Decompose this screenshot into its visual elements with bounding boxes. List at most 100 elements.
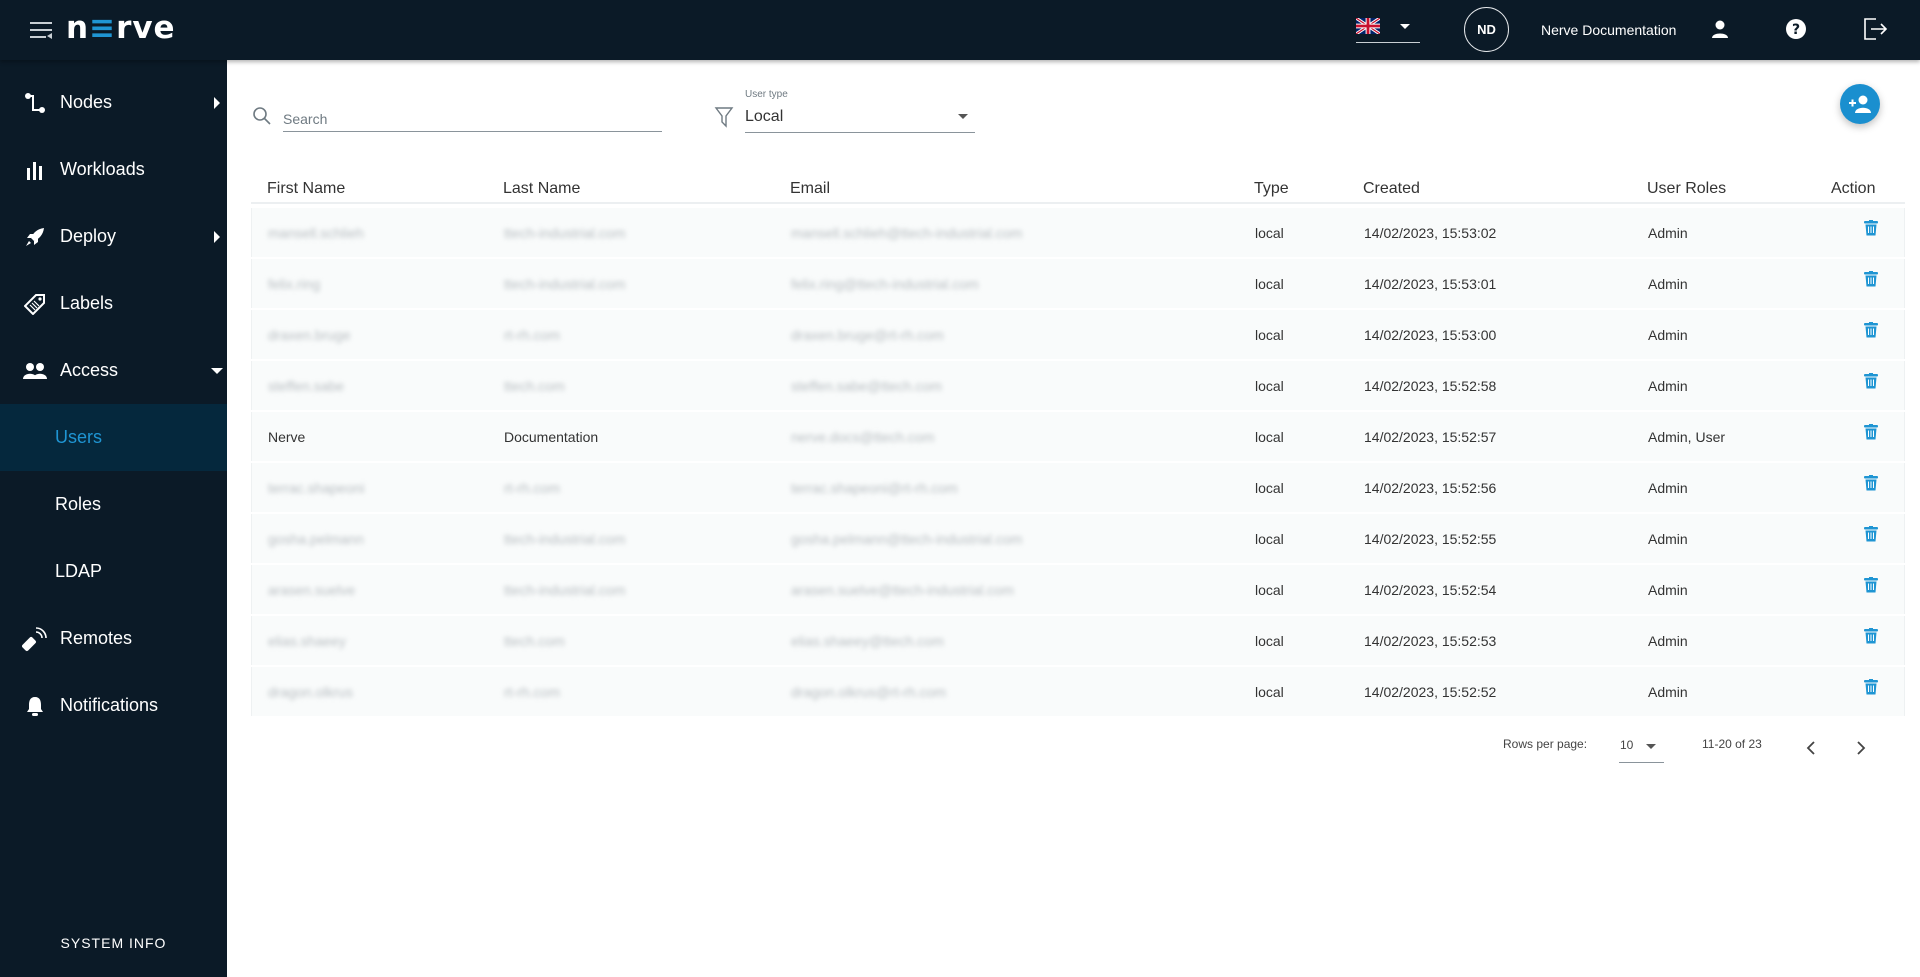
sidebar-item-nodes[interactable]: Nodes [0, 69, 227, 136]
avatar[interactable]: ND [1464, 7, 1509, 52]
sidebar-item-users[interactable]: Users [0, 404, 227, 471]
cell-type: local [1255, 684, 1284, 700]
column-header-email[interactable]: Email [790, 180, 830, 198]
cell-email: felix.ring@ttech-industrial.com [791, 276, 979, 292]
column-header-type[interactable]: Type [1254, 180, 1289, 198]
trash-icon [1864, 322, 1878, 338]
table-row[interactable]: dragon.olkrus rt-rh.com dragon.olkrus@rt-r… [251, 667, 1905, 716]
trash-icon [1864, 679, 1878, 695]
column-header-user-roles[interactable]: User Roles [1647, 180, 1726, 198]
label-icon [22, 291, 48, 317]
table-row[interactable]: arasen.suelve ttech-industrial.com arasen.… [251, 565, 1905, 614]
nerve-logo[interactable]: n≡rve [66, 10, 176, 46]
cell-type: local [1255, 480, 1284, 496]
table-row[interactable]: steffen.sabe ttech.com steffen.sabe@ttech.… [251, 361, 1905, 410]
cell-email: dragon.olkrus@rt-rh.com [791, 684, 947, 700]
cell-type: local [1255, 633, 1284, 649]
cell-type: local [1255, 378, 1284, 394]
logo-e: ≡ [89, 10, 117, 46]
chevron-right-icon [214, 230, 220, 243]
sidebar-item-remotes[interactable]: Remotes [0, 605, 227, 672]
users-icon [22, 358, 48, 384]
delete-user-button[interactable] [1864, 271, 1878, 292]
cell-created: 14/02/2023, 15:52:54 [1364, 582, 1497, 598]
delete-user-button[interactable] [1864, 577, 1878, 598]
menu-toggle-icon[interactable] [30, 20, 52, 40]
help-icon[interactable]: ? [1783, 16, 1809, 42]
add-user-button[interactable] [1840, 84, 1880, 124]
sidebar-item-labels[interactable]: Labels [0, 270, 227, 337]
delete-user-button[interactable] [1864, 526, 1878, 547]
sidebar-item-label: LDAP [55, 561, 103, 581]
table-row[interactable]: draxen.bruge rt-rh.com draxen.bruge@rt-rh.… [251, 310, 1905, 359]
user-type-label: User type [745, 89, 788, 100]
cell-user-roles: Admin [1648, 684, 1688, 700]
sidebar-item-notifications[interactable]: Notifications [0, 672, 227, 739]
cell-created: 14/02/2023, 15:52:58 [1364, 378, 1497, 394]
cell-last-name: rt-rh.com [504, 327, 560, 343]
delete-user-button[interactable] [1864, 220, 1878, 241]
svg-text:?: ? [1792, 22, 1800, 38]
delete-user-button[interactable] [1864, 424, 1878, 445]
cell-first-name: mansell.schlieh [268, 225, 364, 241]
chevron-down-icon [1646, 744, 1656, 749]
sidebar-item-access[interactable]: Access [0, 337, 227, 404]
table-row[interactable]: terrac.shapeoni rt-rh.com terrac.shapeoni@… [251, 463, 1905, 512]
sidebar-item-deploy[interactable]: Deploy [0, 203, 227, 270]
delete-user-button[interactable] [1864, 322, 1878, 343]
cell-created: 14/02/2023, 15:53:02 [1364, 225, 1497, 241]
chevron-down-icon [211, 367, 223, 374]
cell-last-name: ttech-industrial.com [504, 225, 626, 241]
delete-user-button[interactable] [1864, 475, 1878, 496]
cell-last-name: Documentation [504, 429, 599, 445]
cell-first-name: elias.shaeey [268, 633, 346, 649]
user-type-select[interactable]: Local [745, 104, 975, 133]
sidebar-item-label: Deploy [60, 226, 117, 246]
trash-icon [1864, 577, 1878, 593]
cell-first-name: Nerve [268, 429, 306, 445]
table-row[interactable]: felix.ring ttech-industrial.com felix.ring… [251, 259, 1905, 308]
table-row[interactable]: elias.shaeey ttech.com elias.shaeey@ttech.… [251, 616, 1905, 665]
remote-icon [22, 626, 48, 652]
users-table: First Name Last Name Email Type Created … [251, 170, 1905, 716]
cell-last-name: ttech-industrial.com [504, 582, 626, 598]
cell-created: 14/02/2023, 15:52:52 [1364, 684, 1497, 700]
rows-per-page-select[interactable]: 10 [1619, 735, 1664, 763]
cell-last-name: rt-rh.com [504, 684, 560, 700]
cell-created: 14/02/2023, 15:53:00 [1364, 327, 1497, 343]
column-header-first-name[interactable]: First Name [267, 180, 345, 198]
cell-user-roles: Admin [1648, 582, 1688, 598]
cell-user-roles: Admin [1648, 531, 1688, 547]
profile-icon[interactable] [1707, 16, 1733, 42]
cell-email: arasen.suelve@ttech-industrial.com [791, 582, 1014, 598]
sidebar-item-workloads[interactable]: Workloads [0, 136, 227, 203]
system-info-button[interactable]: SYSTEM INFO [0, 935, 227, 951]
table-row[interactable]: gosha.pelmann ttech-industrial.com gosha.p… [251, 514, 1905, 563]
nodes-icon [22, 90, 48, 116]
logout-icon[interactable] [1862, 16, 1888, 42]
cell-user-roles: Admin [1648, 327, 1688, 343]
top-bar: n≡rve ND Nerve Documentation ? [0, 0, 1920, 60]
sidebar: Nodes Workloads Deploy Labels Access Use… [0, 60, 227, 977]
language-select[interactable] [1356, 16, 1420, 43]
uk-flag-icon [1356, 18, 1380, 34]
cell-type: local [1255, 531, 1284, 547]
chevron-down-icon [958, 114, 968, 119]
table-row[interactable]: Nerve Documentation nerve.docs@ttech.com lo… [251, 412, 1905, 461]
workloads-icon [22, 157, 48, 183]
sidebar-item-roles[interactable]: Roles [0, 471, 227, 538]
sidebar-item-ldap[interactable]: LDAP [0, 538, 227, 605]
cell-created: 14/02/2023, 15:52:57 [1364, 429, 1497, 445]
delete-user-button[interactable] [1864, 628, 1878, 649]
delete-user-button[interactable] [1864, 679, 1878, 700]
column-header-created[interactable]: Created [1363, 180, 1420, 198]
cell-user-roles: Admin [1648, 633, 1688, 649]
table-header: First Name Last Name Email Type Created … [251, 170, 1905, 204]
column-header-last-name[interactable]: Last Name [503, 180, 580, 198]
search-input[interactable] [283, 100, 662, 132]
table-row[interactable]: mansell.schlieh ttech-industrial.com manse… [251, 208, 1905, 257]
delete-user-button[interactable] [1864, 373, 1878, 394]
previous-page-button[interactable] [1799, 736, 1823, 760]
cell-last-name: rt-rh.com [504, 480, 560, 496]
next-page-button[interactable] [1849, 736, 1873, 760]
